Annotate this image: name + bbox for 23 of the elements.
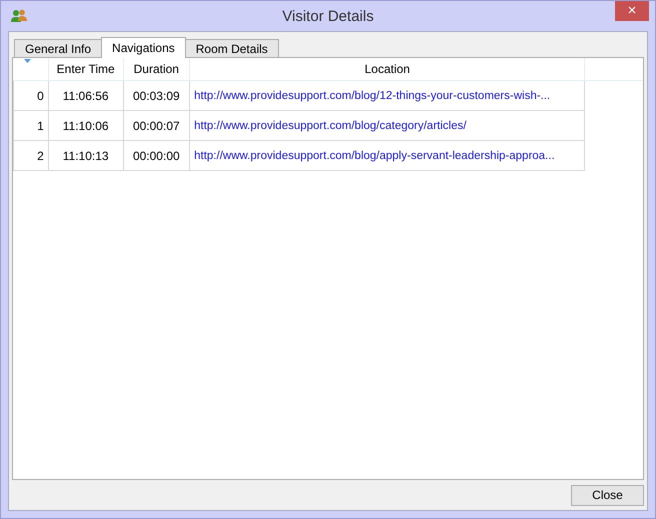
table-cell: 11:06:56 bbox=[48, 80, 123, 110]
tab[interactable]: Room Details bbox=[184, 39, 279, 58]
table-cell: 11:10:13 bbox=[48, 140, 123, 170]
column-header[interactable]: Location bbox=[190, 58, 585, 80]
people-icon bbox=[10, 9, 28, 23]
column-header[interactable]: Enter Time bbox=[48, 58, 123, 80]
table-cell: 1 bbox=[14, 110, 48, 140]
close-button[interactable]: × bbox=[615, 1, 649, 21]
table-cell: 00:00:00 bbox=[123, 140, 190, 170]
tab[interactable]: General Info bbox=[14, 39, 102, 58]
table-cell: 00:03:09 bbox=[123, 80, 190, 110]
column-header[interactable]: Duration bbox=[123, 58, 190, 80]
table-cell: 2 bbox=[14, 140, 48, 170]
table-cell: 11:10:06 bbox=[48, 110, 123, 140]
link[interactable]: http://www.providesupport.com/blog/category/articles/ bbox=[190, 110, 585, 140]
window-title: Visitor Details bbox=[282, 8, 374, 24]
column-header[interactable] bbox=[14, 58, 48, 80]
link[interactable]: http://www.providesupport.com/blog/apply-servant-leadership-approa... bbox=[190, 140, 585, 170]
table-cell: 0 bbox=[14, 80, 48, 110]
table-cell: 00:00:07 bbox=[123, 110, 190, 140]
tab[interactable]: Navigations bbox=[101, 37, 186, 58]
close-dialog-button[interactable]: Close bbox=[571, 484, 644, 506]
link[interactable]: http://www.providesupport.com/blog/12-things-your-customers-wish-... bbox=[190, 80, 585, 110]
